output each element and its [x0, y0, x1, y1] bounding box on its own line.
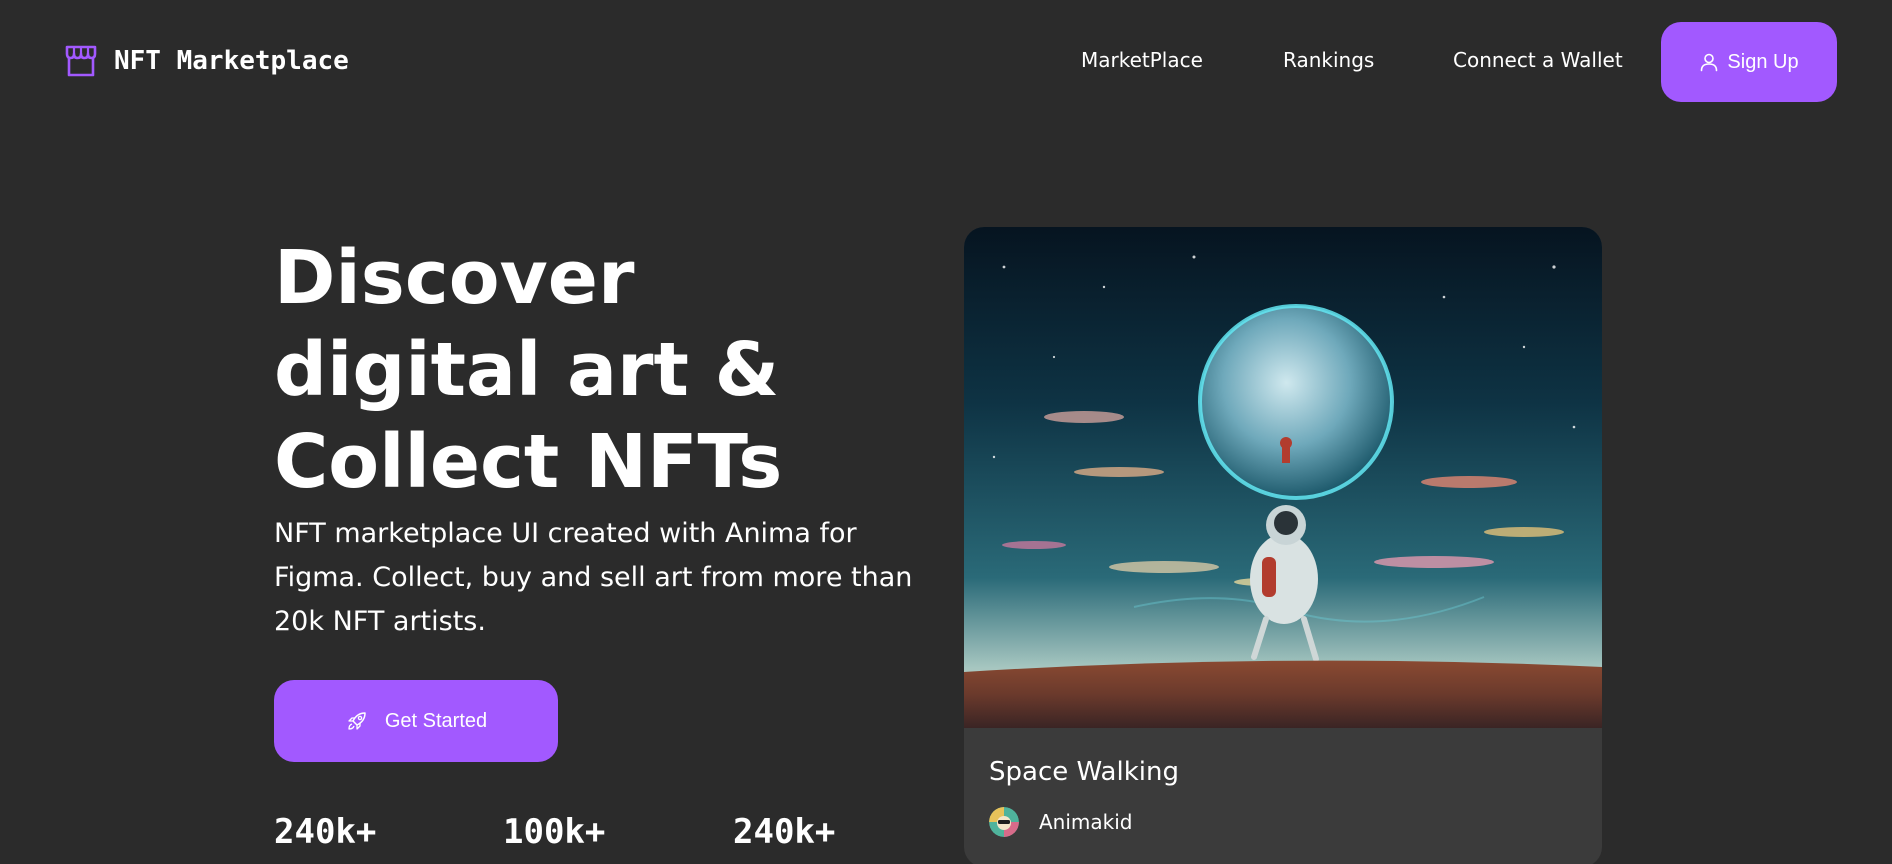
artist-name: Animakid — [1039, 810, 1133, 834]
navbar: NFT Marketplace MarketPlace Rankings Con… — [0, 0, 1892, 124]
stat-artists: 240k+ — [733, 812, 836, 852]
hero-title: Discover digital art & Collect NFTs — [274, 235, 783, 505]
stat-auctions: 100k+ — [503, 812, 606, 852]
sign-up-button[interactable]: Sign Up — [1661, 22, 1837, 102]
sign-up-label: Sign Up — [1727, 50, 1799, 73]
nav-link-marketplace[interactable]: MarketPlace — [1081, 48, 1203, 72]
rocket-launch-icon — [345, 709, 369, 733]
nav-link-connect-wallet[interactable]: Connect a Wallet — [1453, 48, 1623, 72]
featured-nft-card[interactable]: Space Walking Animakid — [964, 227, 1602, 864]
astronaut-planet-artwork — [964, 227, 1602, 728]
storefront-icon — [64, 44, 98, 78]
nft-artist[interactable]: Animakid — [989, 807, 1133, 837]
nav-link-rankings[interactable]: Rankings — [1283, 48, 1374, 72]
user-icon — [1699, 52, 1719, 72]
hero-description: NFT marketplace UI created with Anima fo… — [274, 518, 913, 637]
nft-title: Space Walking — [989, 757, 1179, 787]
get-started-label: Get Started — [384, 709, 488, 732]
get-started-button[interactable]: Get Started — [274, 680, 558, 762]
logo[interactable]: NFT Marketplace — [64, 44, 349, 78]
artist-avatar — [989, 807, 1019, 837]
stat-total-sales: 240k+ — [274, 812, 377, 852]
brand-name: NFT Marketplace — [114, 46, 349, 76]
